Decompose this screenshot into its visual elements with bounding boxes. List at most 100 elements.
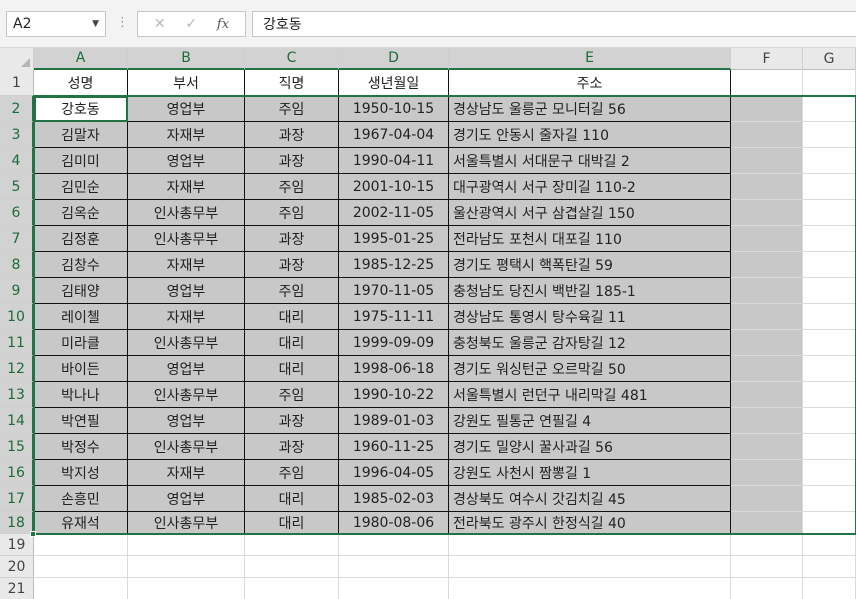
table-cell[interactable]	[803, 434, 856, 460]
cell-birthdate[interactable]: 1975-11-11	[339, 304, 449, 330]
cell-title[interactable]: 과장	[245, 252, 339, 278]
row-header-2[interactable]: 2	[0, 96, 34, 122]
table-cell[interactable]	[245, 556, 339, 578]
cell-name[interactable]: 바이든	[34, 356, 128, 382]
column-header-c[interactable]: C	[245, 48, 339, 70]
table-cell[interactable]	[803, 278, 856, 304]
row-header-14[interactable]: 14	[0, 408, 34, 434]
cell-title[interactable]: 과장	[245, 226, 339, 252]
select-all-button[interactable]	[0, 48, 34, 70]
cell-address[interactable]: 경상남도 울릉군 모니터길 56	[449, 96, 731, 122]
table-cell[interactable]	[34, 556, 128, 578]
cell-department[interactable]: 자재부	[128, 122, 245, 148]
cell-title[interactable]: 과장	[245, 122, 339, 148]
row-header-5[interactable]: 5	[0, 174, 34, 200]
table-cell[interactable]	[731, 512, 803, 534]
cell-department[interactable]: 영업부	[128, 96, 245, 122]
cell-birthdate[interactable]: 1950-10-15	[339, 96, 449, 122]
cell-birthdate[interactable]: 1985-12-25	[339, 252, 449, 278]
cell-name[interactable]: 김미미	[34, 148, 128, 174]
chevron-down-icon[interactable]: ▼	[92, 19, 99, 29]
row-header-12[interactable]: 12	[0, 356, 34, 382]
cell-address[interactable]: 경상남도 통영시 탕수육길 11	[449, 304, 731, 330]
table-cell[interactable]	[339, 578, 449, 599]
cell-department[interactable]: 영업부	[128, 486, 245, 512]
table-cell[interactable]	[128, 578, 245, 599]
row-header-16[interactable]: 16	[0, 460, 34, 486]
cell-address[interactable]: 서울특별시 런던구 내리막길 481	[449, 382, 731, 408]
cell-address[interactable]: 경기도 워싱턴군 오르막길 50	[449, 356, 731, 382]
table-cell[interactable]	[731, 486, 803, 512]
table-cell[interactable]	[731, 556, 803, 578]
cell-address[interactable]: 충청북도 울릉군 감자탕길 12	[449, 330, 731, 356]
cell-name[interactable]: 김창수	[34, 252, 128, 278]
table-cell[interactable]	[731, 226, 803, 252]
cell-birthdate[interactable]: 1970-11-05	[339, 278, 449, 304]
cell-birthdate[interactable]: 1998-06-18	[339, 356, 449, 382]
cell-address[interactable]: 전라남도 포천시 대포길 110	[449, 226, 731, 252]
header-cell-birthdate[interactable]: 생년월일	[339, 70, 449, 96]
cell-birthdate[interactable]: 1980-08-06	[339, 512, 449, 534]
table-cell[interactable]	[803, 148, 856, 174]
cell-title[interactable]: 주임	[245, 96, 339, 122]
row-header-6[interactable]: 6	[0, 200, 34, 226]
cell-name[interactable]: 김민순	[34, 174, 128, 200]
cell-name[interactable]: 박나나	[34, 382, 128, 408]
column-header-b[interactable]: B	[128, 48, 245, 70]
cell-birthdate[interactable]: 1990-04-11	[339, 148, 449, 174]
column-header-f[interactable]: F	[731, 48, 803, 70]
header-cell-address[interactable]: 주소	[449, 70, 731, 96]
cell-name[interactable]: 손흥민	[34, 486, 128, 512]
table-cell[interactable]	[803, 252, 856, 278]
cell-department[interactable]: 인사총무부	[128, 200, 245, 226]
cell-department[interactable]: 자재부	[128, 174, 245, 200]
cell-name[interactable]: 박연필	[34, 408, 128, 434]
table-cell[interactable]	[803, 382, 856, 408]
cell-address[interactable]: 강원도 필통군 연필길 4	[449, 408, 731, 434]
table-cell[interactable]	[803, 330, 856, 356]
row-header-9[interactable]: 9	[0, 278, 34, 304]
table-cell[interactable]	[449, 534, 731, 556]
table-cell[interactable]	[731, 330, 803, 356]
table-cell[interactable]	[731, 174, 803, 200]
cell-name[interactable]: 미라클	[34, 330, 128, 356]
table-cell[interactable]	[803, 486, 856, 512]
cell-birthdate[interactable]: 1960-11-25	[339, 434, 449, 460]
cell-department[interactable]: 영업부	[128, 148, 245, 174]
cell-address[interactable]: 충청남도 당진시 백반길 185-1	[449, 278, 731, 304]
table-cell[interactable]	[731, 434, 803, 460]
cell-department[interactable]: 영업부	[128, 356, 245, 382]
cell-department[interactable]: 인사총무부	[128, 434, 245, 460]
table-cell[interactable]	[245, 578, 339, 599]
cell-name[interactable]: 레이첼	[34, 304, 128, 330]
cell-department[interactable]: 인사총무부	[128, 382, 245, 408]
table-cell[interactable]	[731, 96, 803, 122]
cell-title[interactable]: 주임	[245, 278, 339, 304]
cell-title[interactable]: 과장	[245, 148, 339, 174]
table-cell[interactable]	[34, 578, 128, 599]
table-cell[interactable]	[128, 534, 245, 556]
table-cell[interactable]	[803, 200, 856, 226]
table-cell[interactable]	[803, 96, 856, 122]
table-cell[interactable]	[731, 460, 803, 486]
cell-birthdate[interactable]: 1989-01-03	[339, 408, 449, 434]
table-cell[interactable]	[731, 252, 803, 278]
cell-birthdate[interactable]: 1985-02-03	[339, 486, 449, 512]
table-cell[interactable]	[731, 408, 803, 434]
cell-title[interactable]: 대리	[245, 486, 339, 512]
header-cell-department[interactable]: 부서	[128, 70, 245, 96]
cell-address[interactable]: 전라북도 광주시 한정식길 40	[449, 512, 731, 534]
cell-name[interactable]: 박지성	[34, 460, 128, 486]
cell-birthdate[interactable]: 1996-04-05	[339, 460, 449, 486]
table-cell[interactable]	[731, 382, 803, 408]
row-header-7[interactable]: 7	[0, 226, 34, 252]
row-header-13[interactable]: 13	[0, 382, 34, 408]
table-cell[interactable]	[339, 556, 449, 578]
table-cell[interactable]	[731, 278, 803, 304]
table-cell[interactable]	[731, 200, 803, 226]
cell-address[interactable]: 대구광역시 서구 장미길 110-2	[449, 174, 731, 200]
row-header-4[interactable]: 4	[0, 148, 34, 174]
cell-name[interactable]: 유재석	[34, 512, 128, 534]
cell-title[interactable]: 주임	[245, 200, 339, 226]
cell-name[interactable]: 박정수	[34, 434, 128, 460]
